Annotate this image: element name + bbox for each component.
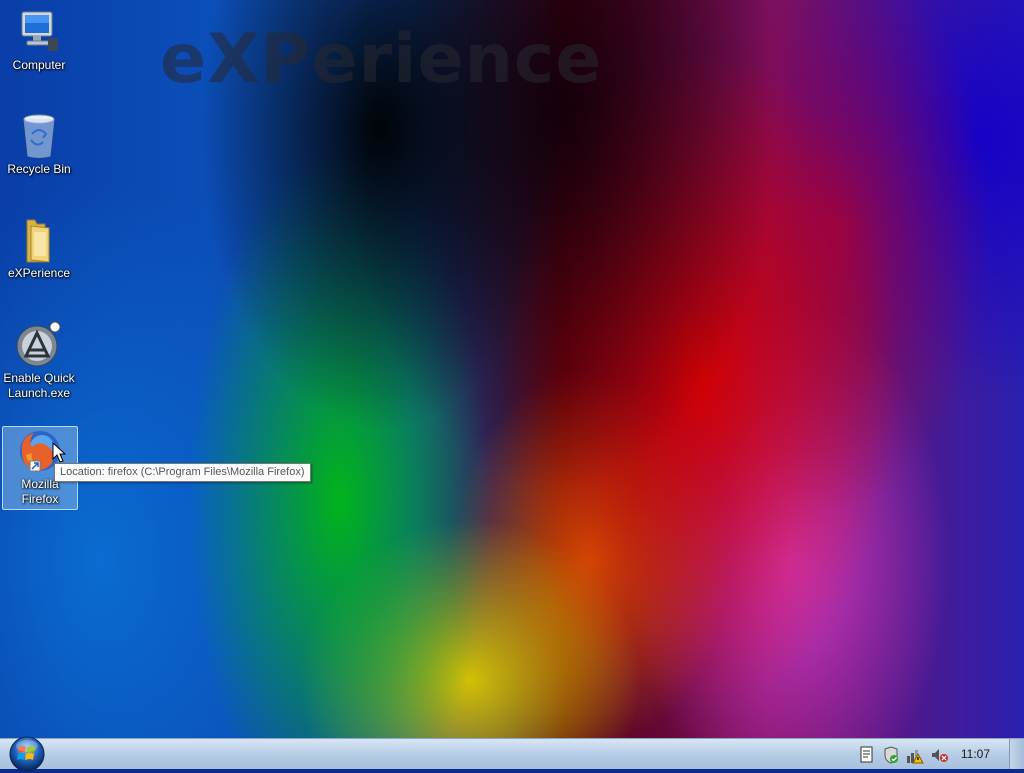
desktop-icon-label: eXPerience [7, 266, 71, 280]
folder-icon [26, 219, 50, 263]
volume-muted-icon[interactable] [930, 746, 948, 764]
show-desktop-button[interactable] [1009, 739, 1024, 769]
desktop-icon-label: Recycle Bin [7, 162, 71, 176]
taskbar: 11:07 [0, 736, 1024, 772]
network-warning-icon[interactable] [906, 746, 924, 764]
computer-icon [21, 11, 58, 51]
tooltip: Location: firefox (C:\Program Files\Mozi… [54, 463, 311, 482]
app-icon [16, 321, 61, 367]
desktop-icon-computer[interactable]: Computer [2, 8, 76, 73]
windows-orb-icon[interactable] [8, 735, 46, 773]
desktop-icon-experience-folder[interactable]: eXPerience [2, 216, 76, 281]
desktop-icon-label: Enable Quick Launch.exe [3, 371, 75, 400]
recycle-bin-icon [23, 114, 55, 158]
wallpaper-watermark: eXPerience [160, 20, 603, 99]
mouse-cursor-icon [52, 442, 66, 463]
desktop-icon-label: Computer [12, 58, 66, 72]
desktop-icon-enable-quick-launch[interactable]: Enable Quick Launch.exe [2, 321, 76, 401]
shield-icon[interactable] [882, 746, 900, 764]
desktop[interactable]: eXPerience Computer Recycle Bin eXPerien… [0, 0, 1024, 738]
system-tray [858, 745, 948, 765]
clock[interactable]: 11:07 [961, 739, 990, 769]
document-icon[interactable] [858, 746, 876, 764]
desktop-icon-recycle-bin[interactable]: Recycle Bin [2, 112, 76, 177]
